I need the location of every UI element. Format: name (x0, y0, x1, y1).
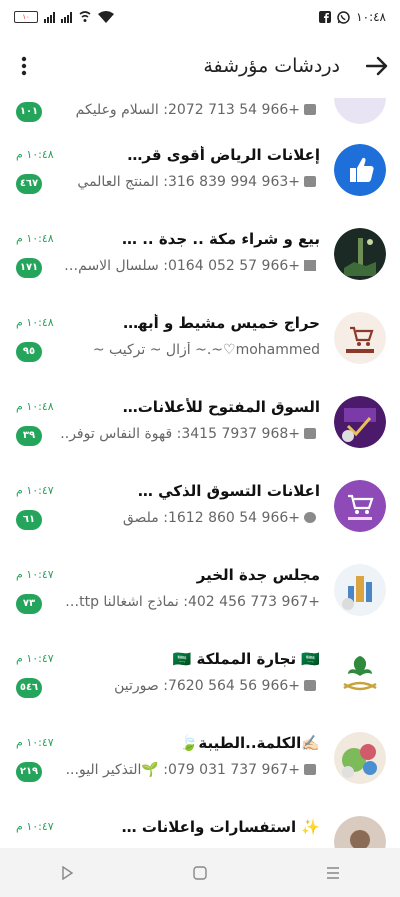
chat-time: ١٠:٤٧ م (16, 484, 54, 497)
chat-row[interactable]: مجلس جدة الخير ١٠:٤٧ م +967 773 456 402:… (0, 564, 400, 648)
chat-preview: +968 7937 3415: قهوة النفاس توفر.. (60, 426, 320, 442)
back-button[interactable] (354, 34, 400, 98)
chat-avatar (334, 564, 386, 616)
chat-preview: mohammed♡~.~ أزال ~ تركيب ~ (92, 342, 320, 358)
chat-avatar (334, 396, 386, 448)
chat-name: ✨ استفسارات واعلانات بنات ✨ (120, 818, 320, 836)
chat-avatar (334, 732, 386, 784)
chat-name: حراج خميس مشيط و أبها🛍️⚫🟣⚫ (120, 314, 320, 332)
chat-time: ١٠:٤٨ م (16, 316, 54, 329)
chat-time: ١٠:٤٨ م (16, 148, 54, 161)
chat-avatar (334, 816, 386, 848)
chat-name: اعلانات التسوق الذكي 🛒⚫🟣 (120, 482, 320, 500)
whatsapp-icon (337, 10, 350, 24)
chat-row[interactable]: حراج خميس مشيط و أبها🛍️⚫🟣⚫ ١٠:٤٨ م moham… (0, 312, 400, 396)
chat-row[interactable]: ✨ استفسارات واعلانات بنات ✨ ١٠:٤٧ م (0, 816, 400, 848)
nav-home-button[interactable] (180, 853, 220, 893)
good-word-avatar (334, 732, 386, 784)
chat-avatar (334, 480, 386, 532)
archived-chat-list[interactable]: +966 54 713 2072: السلام وعليكم ١٠١ إعلا… (0, 98, 400, 848)
chat-preview: +963 994 839 316: المنتج العالمي (60, 174, 320, 190)
chat-name: 🇸🇦 تجارة المملكة 🇸🇦 (172, 650, 320, 668)
chat-preview: +967 737 031 079: 🌱التذكير اليو... (60, 762, 320, 778)
haraj-khamis-avatar (334, 312, 386, 364)
more-options-button[interactable] (0, 34, 48, 98)
chat-time: ١٠:٤٧ م (16, 820, 54, 833)
nav-back-button[interactable] (47, 853, 87, 893)
unread-badge: ٦١ (16, 510, 42, 530)
nav-recents-button[interactable] (313, 853, 353, 893)
more-vert-icon (21, 56, 27, 76)
avatar-pale (334, 98, 386, 124)
thumbs-up-avatar (334, 144, 386, 196)
signal-icon-2 (61, 11, 72, 23)
wifi-icon (98, 11, 114, 23)
nav-home-icon (193, 865, 207, 880)
chat-avatar (334, 648, 386, 700)
status-right: ١٠:٤٨ (319, 10, 386, 24)
app-bar: دردشات مؤرشفة (0, 34, 400, 98)
chat-row[interactable]: اعلانات التسوق الذكي 🛒⚫🟣 ١٠:٤٧ م +966 54… (0, 480, 400, 564)
smart-shopping-avatar (334, 480, 386, 532)
jeddah-council-avatar (334, 564, 386, 616)
status-left: ١٠ (14, 11, 114, 23)
chat-avatar (334, 98, 386, 124)
girls-ads-avatar (334, 816, 386, 848)
chat-time: ١٠:٤٧ م (16, 568, 54, 581)
unread-badge: ١٠١ (16, 102, 42, 122)
unread-badge: ٥٤٦ (16, 678, 42, 698)
unread-badge: ٩٥ (16, 342, 42, 362)
status-time: ١٠:٤٨ (356, 10, 386, 24)
facebook-icon (319, 11, 332, 23)
chat-preview: +966 57 052 0164: سلسال الاسم ب.. (60, 258, 320, 274)
chat-time: ١٠:٤٨ م (16, 232, 54, 245)
chat-preview: +967 773 456 402: نماذج اشغالنا http... (60, 594, 320, 610)
chat-name: السوق المفتوح للأعلانات التجارة💚 ... (120, 398, 320, 416)
chat-time: ١٠:٤٧ م (16, 652, 54, 665)
chat-name: مجلس جدة الخير (196, 566, 320, 584)
chat-name: إعلانات الرياض أقوى قروب إعلانات... (120, 146, 320, 164)
chat-row[interactable]: بيع و شراء مكة .. جدة .. الطائف ١٠:٤٨ م … (0, 228, 400, 312)
chat-preview: +966 56 564 7620: صورتين (60, 678, 320, 694)
wifi-call-icon (79, 11, 91, 22)
nav-recents-icon (327, 866, 340, 879)
chat-time: ١٠:٤٧ م (16, 736, 54, 749)
chat-avatar (334, 144, 386, 196)
battery-icon: ١٠ (14, 11, 38, 23)
back-arrow-icon (366, 56, 388, 76)
page-title: دردشات مؤرشفة (203, 55, 340, 77)
unread-badge: ٣٩ (16, 426, 42, 446)
status-bar: ١٠ ١٠:٤٨ (0, 0, 400, 34)
unread-badge: ٧٣ (16, 594, 42, 614)
night-photo-avatar (334, 228, 386, 280)
nav-back-icon (61, 865, 73, 880)
chat-name: بيع و شراء مكة .. جدة .. الطائف (120, 230, 320, 248)
unread-badge: ٤٦٧ (16, 174, 42, 194)
chat-row[interactable]: ✍🏻الكلمة..الطيبة🍃 ١٠:٤٧ م +967 737 031 0… (0, 732, 400, 816)
chat-time: ١٠:٤٨ م (16, 400, 54, 413)
unread-badge: ٢١٩ (16, 762, 42, 782)
signal-icon (44, 11, 55, 23)
chat-row[interactable]: إعلانات الرياض أقوى قروب إعلانات... ١٠:٤… (0, 144, 400, 228)
open-market-avatar (334, 396, 386, 448)
chat-avatar (334, 312, 386, 364)
chat-avatar (334, 228, 386, 280)
chat-name: ✍🏻الكلمة..الطيبة🍃 (179, 734, 320, 752)
unread-badge: ١٧١ (16, 258, 42, 278)
chat-preview: +966 54 713 2072: السلام وعليكم (60, 102, 320, 118)
chat-preview: +966 54 860 1612: ملصق (60, 510, 320, 526)
chat-row[interactable]: 🇸🇦 تجارة المملكة 🇸🇦 ١٠:٤٧ م +966 56 564 … (0, 648, 400, 732)
chat-row[interactable]: السوق المفتوح للأعلانات التجارة💚 ... ١٠:… (0, 396, 400, 480)
saudi-emblem-avatar (334, 648, 386, 700)
system-nav-bar (0, 848, 400, 897)
